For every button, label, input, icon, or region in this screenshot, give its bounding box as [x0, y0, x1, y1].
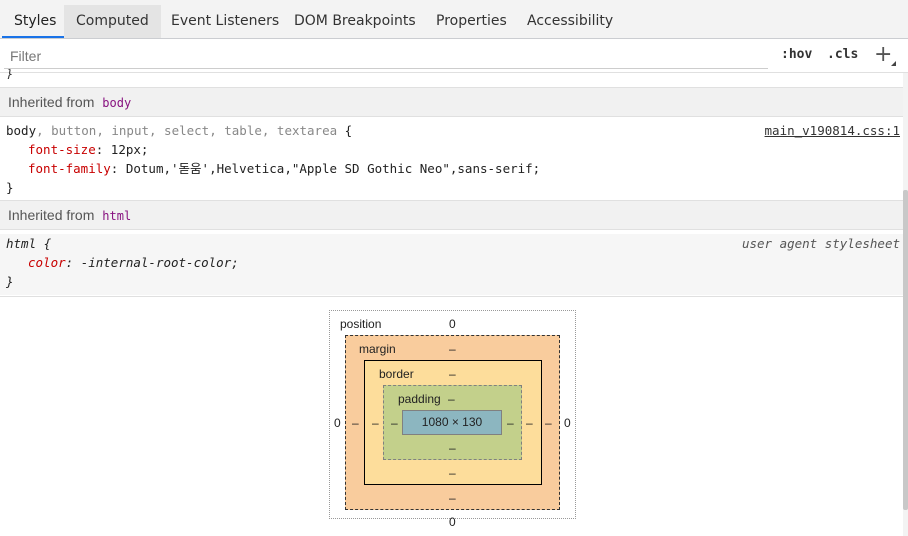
css-property[interactable]: font-family: Dotum,'돋움',Helvetica,"Apple… — [6, 159, 908, 178]
margin-label: margin — [359, 342, 396, 356]
tab-accessibility[interactable]: Accessibility — [515, 5, 625, 38]
margin-bottom-value[interactable]: – — [449, 491, 456, 505]
inherited-node-link[interactable]: body — [102, 96, 131, 110]
inherited-prefix: Inherited from — [8, 207, 95, 223]
inherited-from-body-header: Inherited from body — [0, 87, 908, 117]
vertical-scrollbar-thumb[interactable] — [903, 190, 908, 510]
padding-label: padding — [398, 392, 441, 406]
rule-close-brace: } — [6, 274, 14, 289]
rule-open-brace: { — [337, 123, 353, 138]
border-label: border — [379, 367, 414, 381]
tab-properties[interactable]: Properties — [424, 5, 519, 38]
margin-left-value[interactable]: – — [352, 416, 359, 430]
tab-event-listeners[interactable]: Event Listeners — [159, 5, 291, 38]
filter-input[interactable] — [4, 43, 768, 69]
position-bottom-value[interactable]: 0 — [449, 515, 456, 529]
css-property[interactable]: font-size: 12px; — [6, 140, 908, 159]
rule-selector[interactable]: html — [6, 236, 36, 251]
padding-left-value[interactable]: – — [391, 416, 398, 430]
user-agent-stylesheet-label: user agent stylesheet — [741, 236, 900, 251]
position-left-value[interactable]: 0 — [334, 416, 341, 430]
margin-right-value[interactable]: – — [545, 416, 552, 430]
rule-open-brace: { — [36, 236, 52, 251]
rule-close-brace: } — [6, 180, 14, 195]
box-model-content-size[interactable]: 1080 × 130 — [402, 410, 502, 435]
border-right-value[interactable]: – — [526, 416, 533, 430]
position-label: position — [340, 317, 382, 331]
tab-computed[interactable]: Computed — [64, 5, 161, 38]
position-right-value[interactable]: 0 — [564, 416, 571, 430]
style-rule-html: html { user agent stylesheet color: -int… — [0, 234, 908, 295]
padding-top-value[interactable]: – — [448, 392, 455, 406]
inherited-node-link[interactable]: html — [102, 209, 131, 223]
rule-selector[interactable]: body, button, input, select, table, text… — [6, 123, 337, 138]
style-rule-body: body, button, input, select, table, text… — [0, 121, 908, 199]
border-bottom-value[interactable]: – — [449, 466, 456, 480]
border-top-value[interactable]: – — [449, 367, 456, 381]
sidebar-tab-bar: Styles Computed Event Listeners DOM Brea… — [0, 0, 908, 39]
stylesheet-link[interactable]: main_v190814.css:1 — [765, 121, 900, 140]
previous-rule-closing-brace: } — [6, 69, 14, 79]
tab-dom-breakpoints[interactable]: DOM Breakpoints — [282, 5, 428, 38]
new-style-rule-button[interactable]: + — [874, 42, 892, 67]
border-left-value[interactable]: – — [372, 416, 379, 430]
class-toggle-button[interactable]: .cls — [827, 47, 858, 62]
inherited-prefix: Inherited from — [8, 94, 95, 110]
padding-bottom-value[interactable]: – — [449, 441, 456, 455]
new-rule-menu-corner-icon — [891, 61, 896, 66]
margin-top-value[interactable]: – — [449, 342, 456, 356]
filter-toolbar: :hov .cls + — [0, 39, 908, 73]
tab-styles[interactable]: Styles — [2, 5, 69, 38]
css-property[interactable]: color: -internal-root-color; — [6, 253, 908, 272]
padding-right-value[interactable]: – — [507, 416, 514, 430]
hover-state-button[interactable]: :hov — [781, 47, 812, 62]
position-top-value[interactable]: 0 — [449, 317, 456, 331]
inherited-from-html-header: Inherited from html — [0, 200, 908, 230]
